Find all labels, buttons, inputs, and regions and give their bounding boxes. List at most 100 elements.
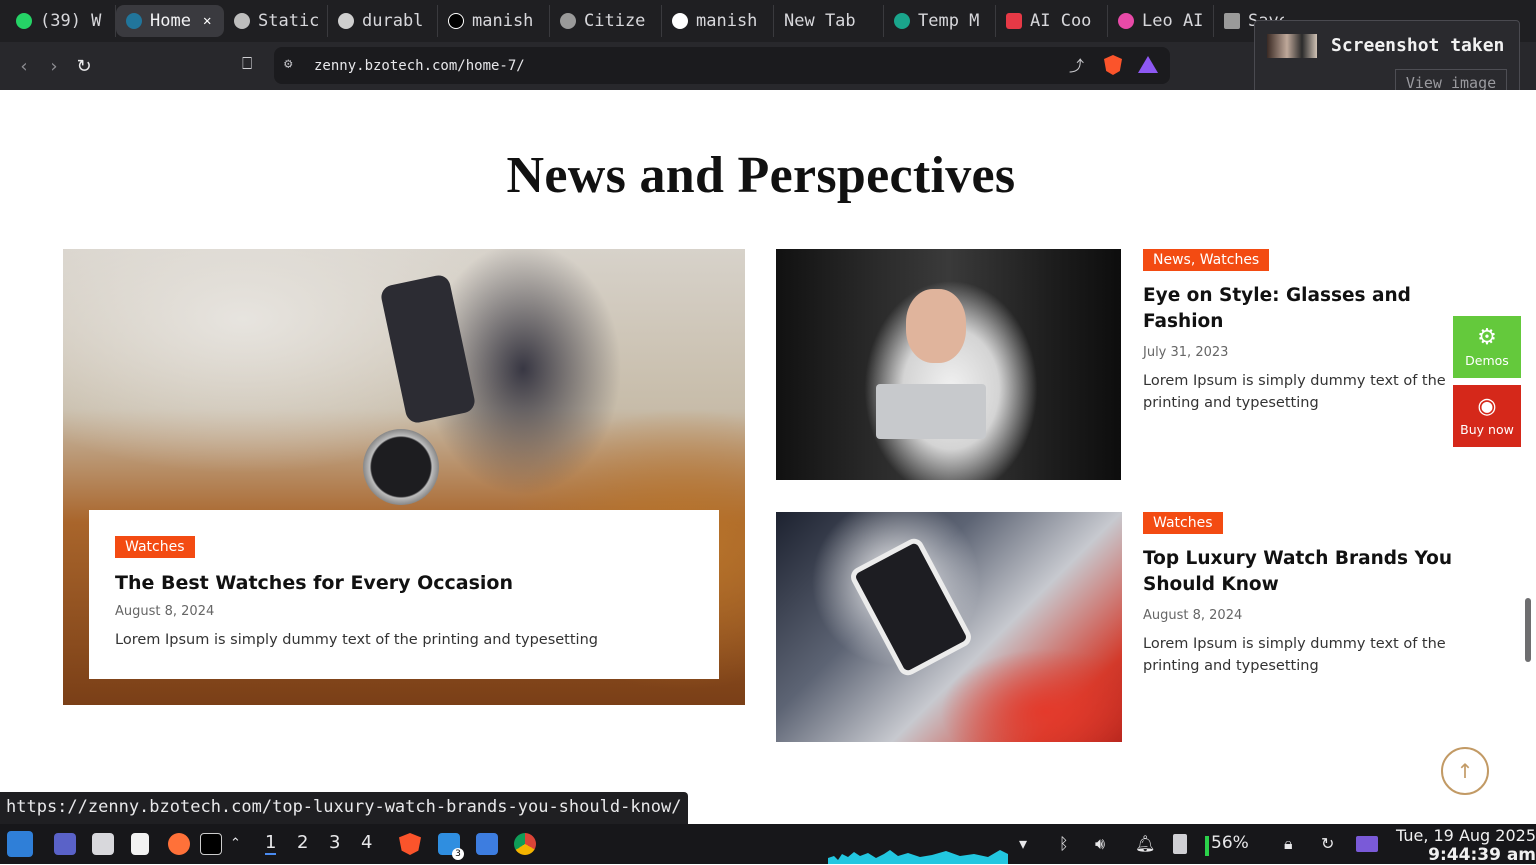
scrollbar-thumb[interactable]: [1525, 598, 1531, 662]
clock-time: 9:44:39 am: [1428, 845, 1536, 865]
bookmark-icon[interactable]: ⎕: [242, 54, 252, 74]
section-title: News and Perspectives: [506, 147, 1016, 204]
brave-shields-icon[interactable]: [1104, 55, 1122, 75]
scrollbar[interactable]: [1522, 90, 1536, 824]
post-card: Watches Top Luxury Watch Brands You Shou…: [1143, 512, 1473, 677]
back-to-top-button[interactable]: ↑: [1441, 747, 1489, 795]
demos-label: Demos: [1465, 352, 1509, 368]
tab-label: Temp M: [918, 11, 980, 31]
cube-icon: [1006, 13, 1022, 29]
bluetooth-icon[interactable]: ᛒ: [1059, 834, 1069, 853]
terminal-icon[interactable]: [200, 833, 222, 855]
display-icon[interactable]: [1356, 836, 1378, 852]
refresh-icon[interactable]: ↻: [1321, 834, 1334, 853]
tab-label: Static: [258, 11, 320, 31]
lock-icon[interactable]: 🔒︎: [1284, 834, 1293, 854]
post-tag[interactable]: Watches: [1143, 512, 1223, 534]
tab-static[interactable]: Static: [224, 5, 328, 37]
tab-durable[interactable]: durabl: [328, 5, 438, 37]
notification-title: Screenshot taken: [1331, 35, 1505, 56]
tab-leo[interactable]: Leo AI: [1108, 5, 1214, 37]
tab-github[interactable]: manish: [662, 5, 774, 37]
cart-icon: ◉: [1477, 393, 1497, 419]
network-activity-graph: [828, 850, 1008, 864]
desktop-icon[interactable]: [54, 833, 76, 855]
post-image[interactable]: [776, 249, 1121, 480]
phone-shape: [847, 535, 975, 679]
tab-home[interactable]: Home ✕: [116, 5, 224, 37]
demos-button[interactable]: ⚙ Demos: [1453, 316, 1521, 378]
workspace-1[interactable]: 1: [265, 832, 277, 855]
post-title[interactable]: The Best Watches for Every Occasion: [115, 572, 693, 594]
post-title[interactable]: Eye on Style: Glasses and Fashion: [1143, 283, 1473, 335]
tab-new-tab[interactable]: New Tab: [774, 5, 884, 37]
document-viewer-icon[interactable]: [131, 833, 149, 855]
post-tag[interactable]: News, Watches: [1143, 249, 1270, 271]
post-excerpt: Lorem Ipsum is simply dummy text of the …: [1143, 636, 1446, 674]
laptop-shape: [876, 384, 986, 439]
chevron-up-icon[interactable]: ⌃: [230, 836, 241, 851]
workspace-2[interactable]: 2: [297, 832, 308, 853]
buy-now-label: Buy now: [1460, 421, 1514, 437]
buy-now-button[interactable]: ◉ Buy now: [1453, 385, 1521, 447]
tab-label: Citize: [584, 11, 646, 31]
durable-icon: [338, 13, 354, 29]
post-image[interactable]: [776, 512, 1122, 742]
url-text: zenny.bzotech.com/home-7/: [314, 57, 525, 74]
clipboard-icon[interactable]: [1173, 834, 1187, 854]
battery-percentage[interactable]: 56%: [1211, 833, 1249, 853]
arrow-up-icon: ↑: [1456, 759, 1474, 783]
brave-icon[interactable]: [399, 833, 421, 855]
close-icon[interactable]: ✕: [203, 13, 211, 29]
site-settings-icon[interactable]: ⚙: [284, 56, 292, 72]
workspace-3[interactable]: 3: [329, 832, 340, 853]
tab-label: AI Coo: [1030, 11, 1092, 31]
phone-shape: [379, 273, 477, 425]
workspace-4[interactable]: 4: [361, 832, 372, 853]
wifi-icon[interactable]: ▾: [1019, 834, 1027, 853]
tab-ai-coo[interactable]: AI Coo: [996, 5, 1108, 37]
post-card: News, Watches Eye on Style: Glasses and …: [1143, 249, 1473, 414]
firefox-icon[interactable]: [168, 833, 190, 855]
tab-label: Home: [150, 11, 191, 31]
reload-icon[interactable]: ↻: [69, 56, 99, 77]
clock-date: Tue, 19 Aug 2025: [1396, 826, 1536, 845]
clock[interactable]: Tue, 19 Aug 2025 9:44:39 am: [1386, 826, 1536, 865]
tab-label: durabl: [362, 11, 424, 31]
tab-whatsapp[interactable]: (39) W: [6, 5, 116, 37]
post-date: August 8, 2024: [115, 604, 215, 619]
volume-icon[interactable]: 🔊︎: [1095, 834, 1105, 854]
post-date: August 8, 2024: [1143, 608, 1243, 623]
post-title[interactable]: Top Luxury Watch Brands You Should Know: [1143, 546, 1473, 598]
save-icon: [1224, 13, 1240, 29]
share-icon[interactable]: ⤴: [1069, 55, 1084, 76]
tab-label: New Tab: [784, 11, 856, 31]
tab-citizen[interactable]: Citize: [550, 5, 662, 37]
app-menu-icon[interactable]: [7, 831, 33, 857]
whatsapp-icon: [16, 13, 32, 29]
taskbar: ⌃ 1 2 3 4 3 ▾ ᛒ 🔊︎ 🔔︎ 56% 🔒︎ ↻: [0, 824, 1536, 864]
gear-icon: ⚙: [1477, 324, 1497, 350]
address-bar[interactable]: ⚙ zenny.bzotech.com/home-7/ ⤴: [274, 47, 1170, 84]
post-excerpt: Lorem Ipsum is simply dummy text of the …: [115, 632, 598, 648]
brave-rewards-icon[interactable]: [1138, 56, 1158, 73]
wordpress-icon: [126, 13, 142, 29]
screenshot-thumbnail: [1267, 34, 1317, 58]
github-icon: [672, 13, 688, 29]
bell-icon[interactable]: 🔔︎: [1135, 834, 1155, 853]
back-icon[interactable]: ‹: [9, 56, 39, 77]
web-page: News and Perspectives Watches The Best W…: [0, 90, 1522, 824]
tab-label: (39) W: [40, 11, 102, 31]
leo-icon: [1118, 13, 1134, 29]
folder-icon[interactable]: [476, 833, 498, 855]
vscode-badge: 3: [452, 848, 464, 860]
chrome-icon[interactable]: [514, 833, 536, 855]
openai-icon: [234, 13, 250, 29]
tab-temp-mail[interactable]: Temp M: [884, 5, 996, 37]
globe-icon: [560, 13, 576, 29]
post-tag[interactable]: Watches: [115, 536, 195, 558]
tab-label: manish: [696, 11, 758, 31]
forward-icon[interactable]: ›: [39, 56, 69, 77]
files-icon[interactable]: [92, 833, 114, 855]
tab-bolt[interactable]: manish: [438, 5, 550, 37]
